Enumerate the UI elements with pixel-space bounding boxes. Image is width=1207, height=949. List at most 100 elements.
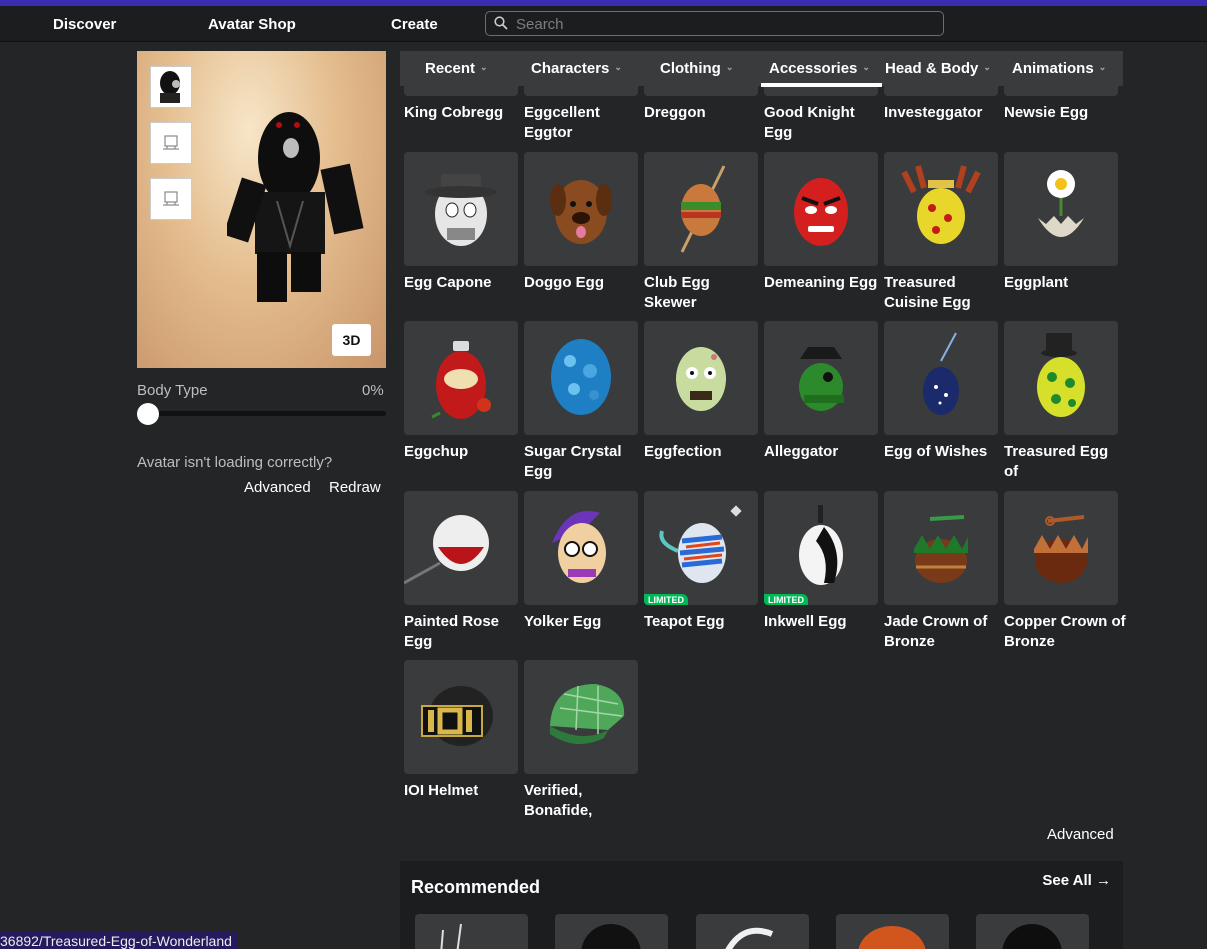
item-card[interactable]: Club Egg Skewer [644,152,758,313]
item-card[interactable]: Good Knight Egg [764,96,878,143]
tab-animations[interactable]: Animations ⌄ [1012,60,1106,77]
item-thumbnail [644,152,758,266]
recommended-item[interactable] [976,914,1089,949]
category-tabs: Recent ⌄ Characters ⌄ Clothing ⌄ Accessorie… [400,51,1123,86]
chevron-down-icon: ⌄ [983,62,991,72]
item-name: Investeggator [884,104,983,121]
recommended-item-image [725,927,774,949]
item-name: Teapot Egg [644,613,725,630]
body-type-slider-handle[interactable] [137,403,159,425]
recommended-item-image [581,924,641,949]
status-bar-url: 36892/Treasured-Egg-of-Wonderland [0,932,238,949]
chevron-down-icon: ⌄ [725,62,734,72]
item-card[interactable]: Egg Capone [404,152,518,293]
item-card[interactable]: Egg of Wishes [884,321,998,462]
item-name: Eggplant [1004,274,1069,291]
item-card[interactable]: Copper Crown of Bronze [1004,491,1126,652]
nav-discover[interactable]: Discover [53,16,116,33]
item-name: Painted Rose Egg [404,613,500,650]
recommended-section: Recommended See All → [400,861,1123,949]
advanced-link[interactable]: Advanced [244,479,311,496]
recommended-title: Recommended [411,877,541,897]
tab-recent[interactable]: Recent ⌄ [425,60,488,77]
item-name: Eggcellent Eggtor [524,104,600,141]
item-card[interactable]: Painted Rose Egg [404,491,518,652]
item-card[interactable]: King Cobregg [404,96,518,123]
item-card[interactable]: Demeaning Egg [764,152,878,293]
item-card[interactable]: LIMITED Teapot Egg [644,491,758,632]
item-card[interactable]: Verified, Bonafide, [524,660,638,821]
tab-clothing[interactable]: Clothing ⌄ [660,60,733,77]
item-card[interactable]: Eggfection [644,321,758,462]
item-name: Jade Crown of Bronze [884,613,988,650]
recommended-item[interactable] [555,914,668,949]
avatar-figure [227,112,364,302]
advanced-link-bottom[interactable]: Advanced [1047,826,1114,843]
egg-of-wishes-image [923,332,959,415]
item-name: Dreggon [644,104,706,121]
card-image-stub [644,86,758,96]
recommended-item[interactable] [696,914,809,949]
item-card[interactable]: Newsie Egg [1004,96,1118,123]
recommended-item-image [858,926,926,949]
item-card[interactable]: Eggplant [1004,152,1118,293]
item-card[interactable]: Alleggator [764,321,878,462]
item-name: Sugar Crystal Egg [524,443,622,480]
ioi-helmet-image [421,686,493,746]
item-card[interactable]: Eggcellent Eggtor [524,96,638,143]
chevron-down-icon: ⌄ [614,62,622,72]
item-thumbnail [764,321,878,435]
tab-characters[interactable]: Characters ⌄ [531,60,622,77]
nav-avatar-shop[interactable]: Avatar Shop [208,16,296,33]
item-name: Verified, Bonafide, [524,782,593,819]
card-image-stub [524,86,638,96]
item-thumbnail [404,321,518,435]
item-card[interactable]: Eggchup [404,321,518,462]
item-name: Inkwell Egg [764,613,847,630]
item-card[interactable]: Jade Crown of Bronze [884,491,998,652]
painted-rose-egg-image [404,515,489,585]
item-name: Copper Crown of Bronze [1004,613,1126,650]
outfit-thumbnail-1[interactable] [150,66,192,108]
inkwell-egg-image [799,505,843,585]
recommended-item[interactable] [836,914,949,949]
card-image-stub [404,86,518,96]
tab-accessories[interactable]: Accessories ⌄ [769,60,870,77]
avatar-preview[interactable]: 3D [137,51,386,368]
nav-create[interactable]: Create [391,16,438,33]
outfit-thumbnail-3[interactable] [150,178,192,220]
item-card[interactable]: IOI Helmet [404,660,518,801]
body-type-slider[interactable] [146,411,386,416]
teapot-egg-image [659,505,742,583]
item-card[interactable]: Yolker Egg [524,491,638,632]
item-card[interactable]: Doggo Egg [524,152,638,293]
jade-crown-image [914,515,968,583]
item-name: Egg of Wishes [884,443,988,460]
item-thumbnail [404,491,518,605]
redraw-link[interactable]: Redraw [329,479,381,496]
item-card[interactable]: Treasured Egg of [1004,321,1118,482]
recommended-item[interactable] [415,914,528,949]
search-input[interactable] [516,14,916,34]
item-card[interactable]: Sugar Crystal Egg [524,321,638,482]
item-name: Newsie Egg [1004,104,1089,121]
item-thumbnail [884,491,998,605]
eggfection-image [676,347,726,411]
outfit-thumbnail-2[interactable] [150,122,192,164]
card-image-stub [1004,86,1118,96]
item-card[interactable]: Treasured Cuisine Egg [884,152,998,313]
item-card[interactable]: Dreggon [644,96,758,123]
item-thumbnail [764,152,878,266]
item-card[interactable]: Investeggator [884,96,998,123]
tab-head-body[interactable]: Head & Body ⌄ [885,60,991,77]
card-image-stub [884,86,998,96]
toggle-3d-button[interactable]: 3D [332,324,371,356]
eggchup-image [431,341,491,419]
club-egg-skewer-image [680,165,726,253]
item-card[interactable]: LIMITED Inkwell Egg [764,491,878,632]
top-nav-bar: Discover Avatar Shop Create [0,6,1207,42]
limited-badge: LIMITED [764,594,808,605]
treasured-cuisine-egg-image [901,165,981,244]
see-all-link[interactable]: See All → [1042,872,1111,889]
search-box[interactable] [485,11,944,36]
